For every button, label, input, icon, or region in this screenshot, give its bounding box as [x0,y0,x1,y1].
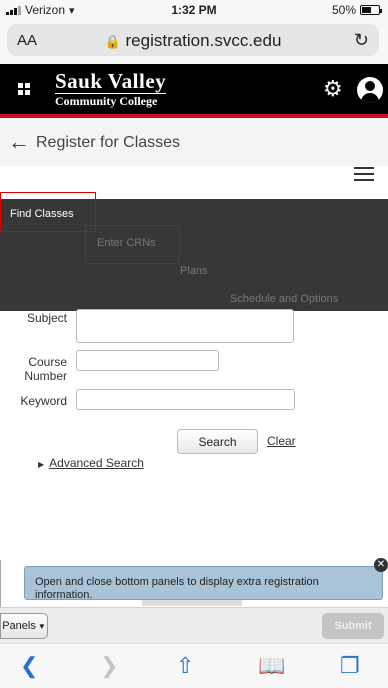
logo-line-1: Sauk Valley [55,69,167,93]
triangle-right-icon: ▶ [38,460,45,469]
panel-tip-tooltip: Open and close bottom panels to display … [24,566,383,600]
keyword-field[interactable] [76,389,295,410]
highlight-box-enter-crns [85,225,180,264]
page-title: Register for Classes [36,134,181,151]
back-arrow-icon[interactable]: ← [8,129,30,155]
browser-address-area: AA 🔒 registration.svcc.edu ↻ [0,20,388,64]
panels-label: Panels [2,620,36,632]
caret-down-icon: ▼ [37,621,46,631]
site-header: Sauk Valley Community College ⚙ [0,64,388,114]
page-title-bar: ← Register for Classes [0,118,388,166]
bookmarks-icon[interactable]: 📖 [258,653,285,679]
tab-schedule-and-options[interactable]: Schedule and Options [230,293,338,305]
url-display[interactable]: 🔒 registration.svcc.edu [7,31,379,51]
course-number-field[interactable] [76,350,219,371]
gear-icon[interactable]: ⚙ [323,76,343,102]
url-text: registration.svcc.edu [125,31,282,50]
hamburger-menu-icon[interactable] [354,167,374,181]
highlight-box-find-classes [0,192,96,232]
lock-icon: 🔒 [104,34,121,49]
user-avatar-icon[interactable] [357,77,383,103]
clock: 1:32 PM [171,3,217,17]
registration-action-bar: Panels ▼ Submit [0,607,388,643]
subject-field[interactable] [76,309,294,343]
college-logo[interactable]: Sauk Valley Community College [55,69,167,107]
course-number-label-line1: Course [28,355,67,369]
logo-line-2: Community College [55,93,167,107]
address-bar[interactable]: AA 🔒 registration.svcc.edu ↻ [7,24,379,56]
tab-plans[interactable]: Plans [180,265,208,277]
forward-icon[interactable]: ❯ [100,653,118,679]
battery-group: 50% [331,3,382,17]
bottom-panel-tabs[interactable] [142,600,242,606]
battery-percent: 50% [331,3,356,17]
close-icon[interactable]: ✕ [374,558,388,572]
clear-link[interactable]: Clear [267,434,296,448]
app-grid-icon[interactable] [18,83,30,95]
tabs-icon[interactable]: ❐ [340,653,360,679]
subject-label: Subject [26,311,67,325]
course-number-label-line2: Number [24,369,67,383]
status-bar: Verizon ▾ 1:32 PM 50% [0,0,388,20]
share-icon[interactable]: ⇧ [176,653,194,679]
browser-toolbar: ❮ ❯ ⇧ 📖 ❐ [0,643,388,688]
search-button[interactable]: Search [177,429,258,454]
panels-button[interactable]: Panels ▼ [0,613,48,639]
reload-icon[interactable]: ↻ [354,30,369,51]
advanced-search-toggle[interactable]: ▶ Advanced Search [38,456,144,470]
submit-button[interactable]: Submit [322,613,384,639]
advanced-search-link[interactable]: Advanced Search [49,456,144,470]
battery-icon [360,5,382,15]
keyword-label: Keyword [20,394,67,408]
back-icon[interactable]: ❮ [20,653,38,679]
